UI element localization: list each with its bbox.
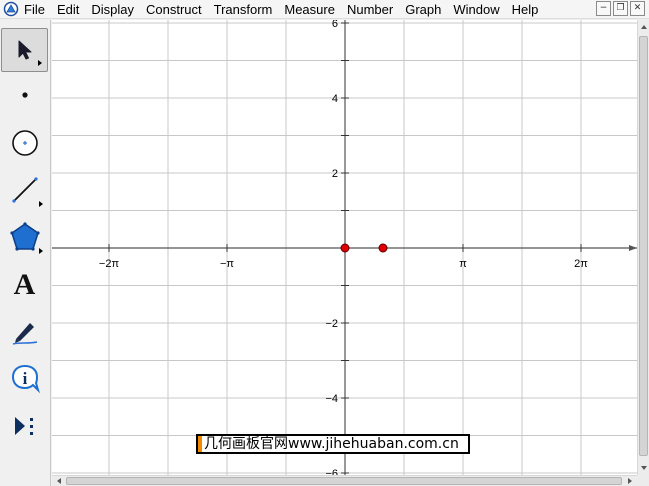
arrow-tool-icon <box>18 40 31 60</box>
x-axis-arrow-icon <box>629 245 637 251</box>
scroll-left-icon[interactable] <box>57 478 61 484</box>
menu-graph[interactable]: Graph <box>399 0 447 19</box>
y-tick-label-neg-4: −4 <box>325 393 338 405</box>
menu-bar: File Edit Display Construct Transform Me… <box>0 0 649 19</box>
menu-measure[interactable]: Measure <box>278 0 341 19</box>
menu-file[interactable]: File <box>22 0 51 19</box>
custom-tool-icon <box>14 417 33 435</box>
marker-tool[interactable] <box>1 310 48 354</box>
text-tool[interactable]: A <box>1 263 48 307</box>
unit-point[interactable] <box>378 243 388 253</box>
x-tick-label-neg-2pi: −2π <box>99 258 120 270</box>
restore-button[interactable]: ❐ <box>613 1 628 16</box>
window-controls: − ❐ ✕ <box>596 1 645 16</box>
x-tick-label-2pi: 2π <box>574 258 588 270</box>
watermark-text: 几何画板官网www.jihehuaban.com.cn <box>204 436 459 452</box>
app-icon[interactable] <box>3 1 19 17</box>
menu-window[interactable]: Window <box>447 0 505 19</box>
coordinate-graph[interactable]: −2π −π π 2π 6 4 2 −2 −4 −6 <box>52 20 637 475</box>
polygon-tool[interactable] <box>1 215 48 259</box>
watermark: 几何画板官网www.jihehuaban.com.cn <box>196 434 470 454</box>
point-tool[interactable] <box>1 73 48 117</box>
marker-tool-icon <box>12 323 37 345</box>
compass-tool[interactable] <box>1 121 48 165</box>
toolbox: A i <box>0 20 51 486</box>
straightedge-tool[interactable] <box>1 168 48 212</box>
x-tick-label-pi: π <box>459 258 467 270</box>
text-tool-icon: A <box>13 268 36 301</box>
horizontal-scroll-thumb[interactable] <box>66 477 622 485</box>
arrow-tool[interactable] <box>1 28 48 72</box>
information-tool-label: i <box>22 369 27 388</box>
information-tool-icon: i <box>11 364 40 394</box>
scroll-right-icon[interactable] <box>628 478 632 484</box>
vertical-scrollbar[interactable] <box>637 20 649 475</box>
point-tool-icon <box>21 92 28 98</box>
sketch-canvas[interactable]: −2π −π π 2π 6 4 2 −2 −4 −6 几何画板官网www.jih… <box>52 20 637 475</box>
menu-display[interactable]: Display <box>85 0 140 19</box>
custom-tool[interactable] <box>1 404 48 448</box>
submenu-arrow-icon <box>39 201 43 207</box>
sketchpad-window: File Edit Display Construct Transform Me… <box>0 0 649 486</box>
polygon-tool-icon <box>9 222 40 251</box>
close-button[interactable]: ✕ <box>630 1 645 16</box>
straightedge-tool-icon <box>11 177 38 203</box>
menu-help[interactable]: Help <box>506 0 545 19</box>
menu-edit[interactable]: Edit <box>51 0 85 19</box>
submenu-arrow-icon <box>39 248 43 254</box>
menu-number[interactable]: Number <box>341 0 399 19</box>
compass-tool-icon <box>11 130 38 156</box>
vertical-scroll-thumb[interactable] <box>639 36 648 456</box>
y-tick-label-4: 4 <box>332 93 338 105</box>
scroll-down-icon[interactable] <box>641 466 647 470</box>
y-tick-label-neg-2: −2 <box>325 318 338 330</box>
information-tool[interactable]: i <box>1 357 48 401</box>
y-tick-label-2: 2 <box>332 168 338 180</box>
horizontal-scrollbar[interactable] <box>52 475 637 486</box>
watermark-accent-bar <box>198 436 202 452</box>
origin-point[interactable] <box>340 243 350 253</box>
submenu-arrow-icon <box>38 60 42 66</box>
minimize-button[interactable]: − <box>596 1 611 16</box>
y-tick-label-neg-6: −6 <box>325 468 338 475</box>
scrollbar-corner <box>637 475 649 486</box>
x-tick-label-neg-pi: −π <box>220 258 234 270</box>
scroll-up-icon[interactable] <box>641 25 647 29</box>
menu-construct[interactable]: Construct <box>140 0 208 19</box>
y-tick-label-6: 6 <box>332 20 338 30</box>
menu-transform[interactable]: Transform <box>208 0 279 19</box>
